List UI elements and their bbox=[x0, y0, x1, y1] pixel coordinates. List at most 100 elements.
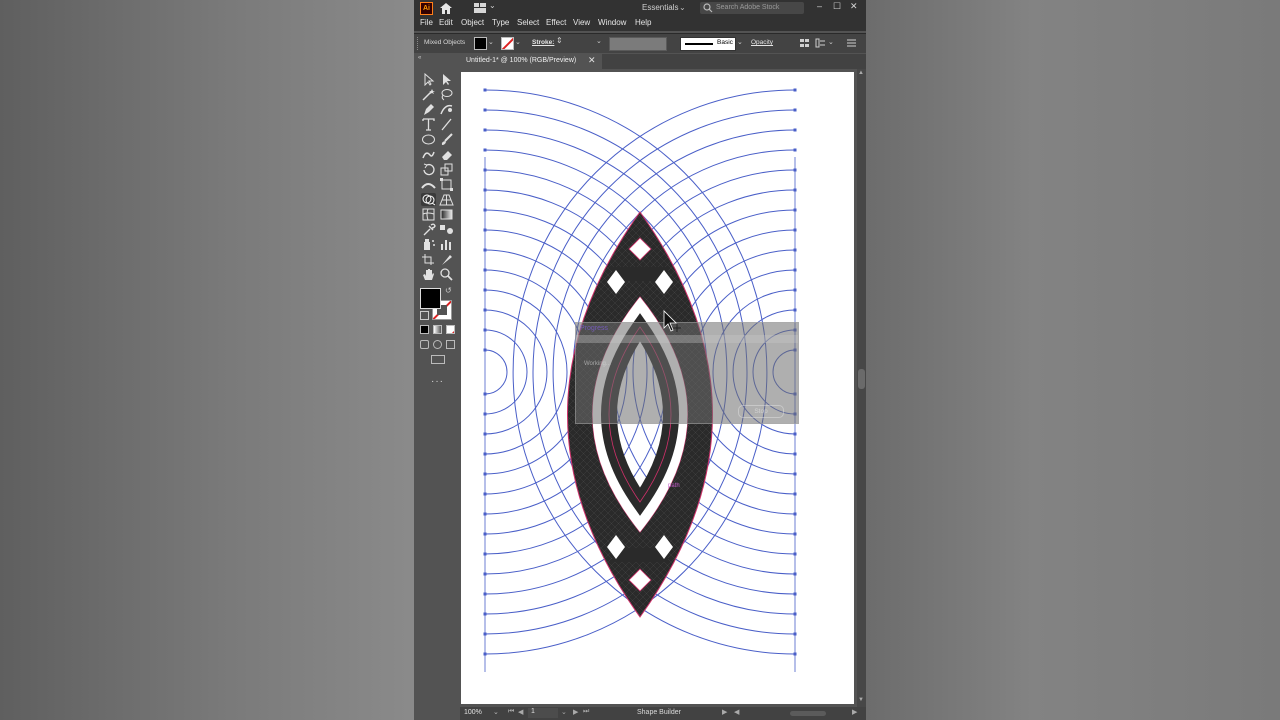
vertical-scrollbar[interactable]: ▲ ▼ bbox=[857, 69, 866, 707]
artboard-number-field[interactable]: 1 bbox=[528, 708, 558, 718]
stroke-color-swatch[interactable] bbox=[501, 37, 514, 50]
lasso-tool-icon[interactable] bbox=[439, 88, 454, 101]
draw-inside-icon[interactable] bbox=[446, 340, 455, 349]
menu-effect[interactable]: Effect bbox=[546, 18, 566, 27]
anchor-point bbox=[483, 632, 487, 636]
direct-selection-tool-icon[interactable] bbox=[439, 73, 454, 86]
gradient-tool-icon[interactable] bbox=[439, 208, 454, 221]
chevron-down-icon[interactable]: ⌄ bbox=[596, 37, 602, 45]
ellipse-tool-icon[interactable] bbox=[421, 133, 436, 146]
menu-edit[interactable]: Edit bbox=[439, 18, 453, 27]
shape-builder-tool-icon[interactable] bbox=[421, 193, 436, 206]
chevron-down-icon[interactable]: ⌄ bbox=[828, 38, 834, 46]
none-mode-icon[interactable] bbox=[446, 325, 455, 334]
menu-object[interactable]: Object bbox=[461, 18, 484, 27]
chevron-down-icon[interactable]: ⌄ bbox=[561, 708, 567, 716]
stroke-weight-stepper[interactable]: ⇕ ⌄ bbox=[556, 36, 606, 49]
scroll-left-icon[interactable]: ◀ bbox=[734, 708, 739, 716]
close-window-button[interactable]: ✕ bbox=[850, 1, 858, 12]
scroll-down-icon[interactable]: ▼ bbox=[858, 697, 864, 703]
eyedropper-tool-icon[interactable] bbox=[421, 223, 436, 236]
status-menu-icon[interactable]: ▶ bbox=[722, 708, 727, 716]
menu-select[interactable]: Select bbox=[517, 18, 539, 27]
selection-tool-icon[interactable] bbox=[421, 73, 436, 86]
fill-color-box[interactable] bbox=[420, 288, 441, 309]
collapse-panel-icon[interactable]: « bbox=[418, 55, 421, 61]
workspace-switcher[interactable]: Essentials bbox=[642, 3, 678, 12]
menu-bar: File Edit Object Type Select Effect View… bbox=[414, 17, 866, 31]
panel-grip[interactable] bbox=[417, 37, 420, 50]
stock-search-input[interactable]: Search Adobe Stock bbox=[700, 2, 804, 14]
transform-icon[interactable] bbox=[815, 38, 826, 48]
home-icon[interactable] bbox=[439, 2, 453, 15]
menu-type[interactable]: Type bbox=[492, 18, 509, 27]
align-icon[interactable] bbox=[799, 38, 810, 48]
last-artboard-icon[interactable]: ⏭ bbox=[583, 708, 589, 716]
opacity-link[interactable]: Opacity bbox=[751, 39, 773, 46]
line-tool-icon[interactable] bbox=[439, 118, 454, 131]
width-tool-icon[interactable] bbox=[421, 178, 436, 191]
close-icon[interactable]: ✕ bbox=[588, 55, 596, 66]
free-transform-tool-icon[interactable] bbox=[439, 178, 454, 191]
chevron-down-icon[interactable]: ⌄ bbox=[515, 38, 521, 46]
minimize-button[interactable]: – bbox=[817, 1, 822, 11]
chevron-down-icon[interactable]: ⌄ bbox=[488, 38, 494, 46]
paintbrush-tool-icon[interactable] bbox=[439, 133, 454, 146]
first-artboard-icon[interactable]: ⏮ bbox=[508, 708, 514, 716]
menu-help[interactable]: Help bbox=[635, 18, 651, 27]
horizontal-scroll-thumb[interactable] bbox=[790, 711, 826, 716]
draw-normal-icon[interactable] bbox=[420, 340, 429, 349]
pen-tool-icon[interactable] bbox=[421, 103, 436, 116]
chevron-down-icon[interactable]: ⌄ bbox=[493, 708, 499, 716]
brush-definition[interactable]: Basic bbox=[680, 37, 736, 51]
stop-button[interactable]: Stop bbox=[738, 405, 784, 418]
eraser-tool-icon[interactable] bbox=[439, 148, 454, 161]
mesh-tool-icon[interactable] bbox=[421, 208, 436, 221]
document-tabs: Untitled-1* @ 100% (RGB/Preview) ✕ bbox=[460, 54, 866, 69]
type-tool-icon[interactable] bbox=[421, 118, 436, 131]
stepper-arrows-icon[interactable]: ⇕ bbox=[556, 36, 563, 45]
menu-window[interactable]: Window bbox=[598, 18, 626, 27]
rotate-tool-icon[interactable] bbox=[421, 163, 436, 176]
artboard-tool-icon[interactable] bbox=[421, 253, 436, 266]
default-colors-icon[interactable] bbox=[420, 311, 429, 320]
chevron-down-icon[interactable]: ⌄ bbox=[489, 1, 496, 10]
artboard[interactable]: Progress Working... Stop path bbox=[461, 72, 854, 704]
perspective-grid-tool-icon[interactable] bbox=[439, 193, 454, 206]
menu-file[interactable]: File bbox=[420, 18, 433, 27]
variable-width-profile[interactable] bbox=[609, 37, 667, 51]
document-tab[interactable]: Untitled-1* @ 100% (RGB/Preview) ✕ bbox=[460, 54, 602, 69]
scroll-up-icon[interactable]: ▲ bbox=[858, 70, 864, 76]
hand-tool-icon[interactable] bbox=[421, 268, 436, 281]
next-artboard-icon[interactable]: ▶ bbox=[573, 708, 578, 716]
draw-behind-icon[interactable] bbox=[433, 340, 442, 349]
vertical-scroll-thumb[interactable] bbox=[858, 369, 865, 389]
color-mode-icon[interactable] bbox=[420, 325, 429, 334]
column-graph-tool-icon[interactable] bbox=[439, 238, 454, 251]
zoom-tool-icon[interactable] bbox=[439, 268, 454, 281]
panel-menu-icon[interactable] bbox=[846, 38, 857, 48]
edit-toolbar-icon[interactable]: ··· bbox=[431, 376, 444, 387]
screen-mode-icon[interactable] bbox=[431, 355, 445, 364]
fill-color-swatch[interactable] bbox=[474, 37, 487, 50]
symbol-sprayer-tool-icon[interactable] bbox=[421, 238, 436, 251]
slice-tool-icon[interactable] bbox=[439, 253, 454, 266]
stroke-panel-link[interactable]: Stroke: bbox=[532, 39, 554, 46]
curvature-tool-icon[interactable] bbox=[439, 103, 454, 116]
anchor-point bbox=[793, 248, 797, 252]
scroll-right-icon[interactable]: ▶ bbox=[852, 708, 857, 716]
chevron-down-icon[interactable]: ⌄ bbox=[737, 38, 743, 46]
blend-tool-icon[interactable] bbox=[439, 223, 454, 236]
canvas-area[interactable]: Progress Working... Stop path bbox=[460, 69, 857, 707]
scale-tool-icon[interactable] bbox=[439, 163, 454, 176]
menu-view[interactable]: View bbox=[573, 18, 590, 27]
magic-wand-tool-icon[interactable] bbox=[421, 88, 436, 101]
previous-artboard-icon[interactable]: ◀ bbox=[518, 708, 523, 716]
gradient-mode-icon[interactable] bbox=[433, 325, 442, 334]
zoom-level[interactable]: 100% bbox=[464, 709, 482, 716]
chevron-down-icon[interactable]: ⌄ bbox=[679, 3, 686, 12]
swap-fill-stroke-icon[interactable]: ↺ bbox=[445, 286, 452, 295]
workspace-layout-icon[interactable] bbox=[474, 3, 486, 13]
maximize-button[interactable]: ☐ bbox=[833, 1, 841, 12]
shaper-tool-icon[interactable] bbox=[421, 148, 436, 161]
